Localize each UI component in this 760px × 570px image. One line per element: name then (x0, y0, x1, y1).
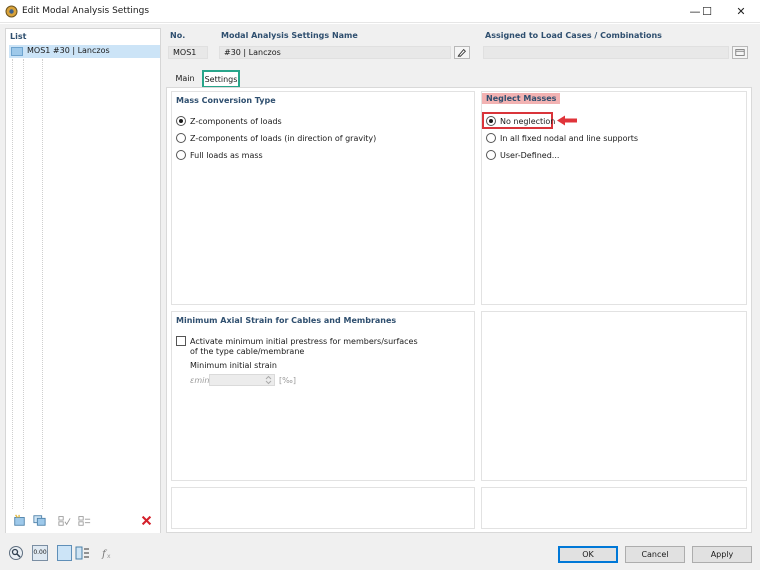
window-title: Edit Modal Analysis Settings (22, 6, 150, 16)
cancel-button[interactable]: Cancel (625, 546, 685, 563)
mass-option-label[interactable]: Z-components of loads (in direction of g… (190, 134, 376, 143)
units-icon[interactable]: 0.00 (32, 545, 48, 561)
min-strain-label: Minimum initial strain (190, 361, 277, 370)
name-field[interactable]: #30 | Lanczos (219, 46, 451, 59)
ok-button[interactable]: OK (558, 546, 618, 563)
mass-option-label[interactable]: Full loads as mass (190, 151, 263, 160)
assigned-label: Assigned to Load Cases / Combinations (485, 31, 662, 40)
title-bar: Edit Modal Analysis Settings — ☐ ✕ (0, 0, 760, 23)
uncheck-icon[interactable] (76, 513, 93, 528)
edit-name-icon[interactable] (454, 46, 470, 59)
axial-strain-panel: Minimum Axial Strain for Cables and Memb… (171, 311, 475, 481)
mass-option-label[interactable]: Z-components of loads (190, 117, 282, 126)
svg-text:x: x (107, 553, 111, 560)
tree-guide (12, 59, 13, 529)
app-icon (5, 5, 18, 18)
copy-item-icon[interactable] (31, 513, 48, 528)
empty-panel-bottom-left (171, 487, 475, 529)
mass-option-radio[interactable] (176, 133, 186, 143)
new-item-icon[interactable] (11, 513, 28, 528)
empty-panel-bottom-right (481, 487, 747, 529)
prestress-label-line1[interactable]: Activate minimum initial prestress for m… (190, 337, 418, 346)
strain-unit: [‰] (279, 376, 296, 385)
close-button[interactable]: ✕ (728, 3, 754, 20)
tab-main[interactable]: Main (170, 71, 200, 87)
tree-guide (23, 59, 24, 529)
pointer-arrow-icon (557, 115, 577, 126)
color-icon[interactable] (57, 545, 72, 561)
neglect-option-radio[interactable] (486, 133, 496, 143)
assigned-field[interactable] (483, 46, 729, 59)
name-label: Modal Analysis Settings Name (221, 31, 358, 40)
list-panel: List MOS1 #30 | Lanczos (5, 28, 161, 533)
function-icon[interactable]: f x (99, 545, 115, 561)
list-toolbar (6, 509, 160, 533)
no-label: No. (170, 31, 186, 40)
item-color-icon (11, 47, 23, 56)
neglect-masses-panel: Neglect Masses No neglection In all fixe… (481, 91, 747, 305)
assign-list-icon[interactable] (732, 46, 748, 59)
delete-icon[interactable] (138, 513, 155, 528)
mass-option-radio[interactable] (176, 150, 186, 160)
model-view-icon[interactable] (75, 545, 91, 561)
list-header: List (10, 32, 27, 41)
mass-conversion-panel: Mass Conversion Type Z-components of loa… (171, 91, 475, 305)
prestress-checkbox[interactable] (176, 336, 186, 346)
neglect-option-radio[interactable] (486, 150, 496, 160)
neglect-masses-title: Neglect Masses (482, 93, 561, 104)
spinner-arrows-icon[interactable] (264, 375, 273, 385)
neglect-option-label[interactable]: No neglection (500, 117, 555, 126)
neglect-option-label[interactable]: In all fixed nodal and line supports (500, 134, 638, 143)
tree-guide (42, 59, 43, 529)
neglect-option-radio[interactable] (486, 116, 496, 126)
maximize-button[interactable]: ☐ (694, 3, 720, 20)
empty-panel-right (481, 311, 747, 481)
tab-settings[interactable]: Settings (202, 70, 240, 88)
axial-strain-title: Minimum Axial Strain for Cables and Memb… (176, 316, 397, 325)
mass-conversion-title: Mass Conversion Type (176, 96, 276, 105)
bottom-bar: 0.00 f x OK Cancel Apply (0, 539, 760, 570)
no-field[interactable]: MOS1 (168, 46, 208, 59)
search-icon[interactable] (8, 545, 24, 561)
list-item-label: MOS1 #30 | Lanczos (27, 46, 110, 55)
prestress-label-line2[interactable]: of the type cable/membrane (190, 347, 304, 356)
list-item[interactable]: MOS1 #30 | Lanczos (9, 45, 160, 58)
apply-button[interactable]: Apply (692, 546, 752, 563)
strain-symbol: εmin (190, 376, 210, 385)
mass-option-radio[interactable] (176, 116, 186, 126)
neglect-option-label[interactable]: User-Defined... (500, 151, 559, 160)
check-icon[interactable] (56, 513, 73, 528)
